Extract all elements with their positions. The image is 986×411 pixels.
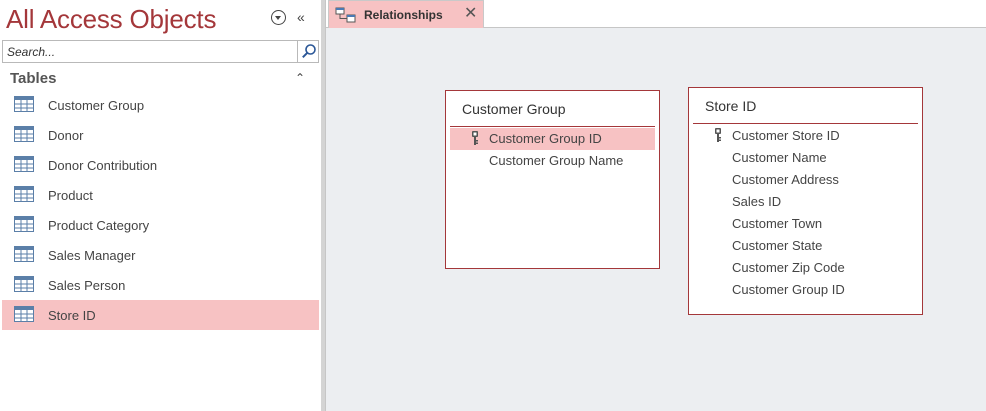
table-item-label: Product xyxy=(48,188,93,203)
close-tab-icon[interactable]: ✕ xyxy=(464,5,477,23)
field-list-title[interactable]: Customer Group xyxy=(462,101,565,117)
table-item-label: Donor Contribution xyxy=(48,158,158,173)
field-row[interactable]: Customer Store ID xyxy=(693,125,918,147)
relationships-icon xyxy=(335,7,357,26)
field-label: Customer State xyxy=(732,238,823,253)
field-row[interactable]: Customer Group ID xyxy=(693,279,918,301)
nav-menu-chevron-icon[interactable] xyxy=(271,10,286,25)
field-row[interactable]: Customer Group ID xyxy=(450,128,655,150)
primary-key-icon xyxy=(713,127,723,146)
table-item-label: Customer Group xyxy=(48,98,145,113)
primary-key-icon xyxy=(470,130,480,149)
table-item[interactable]: Store ID xyxy=(2,300,319,330)
field-list-store-id[interactable]: Store ID Customer Store ID Customer Name C… xyxy=(688,87,923,315)
navigation-pane: All Access Objects « Tables ⌃ Customer G… xyxy=(0,0,321,411)
table-item[interactable]: Sales Person xyxy=(2,270,319,300)
table-item[interactable]: Donor Contribution xyxy=(2,150,319,180)
search-icon[interactable] xyxy=(297,41,319,62)
field-list-divider xyxy=(450,126,655,127)
field-label: Customer Address xyxy=(732,172,839,187)
field-row[interactable]: Customer Zip Code xyxy=(693,257,918,279)
table-icon xyxy=(14,306,34,322)
search-box xyxy=(2,40,319,63)
table-icon xyxy=(14,276,34,292)
field-list-fields: Customer Store ID Customer Name Customer A… xyxy=(693,125,918,301)
field-label: Customer Store ID xyxy=(732,128,840,143)
field-label: Sales ID xyxy=(732,194,782,209)
field-label: Customer Name xyxy=(732,150,827,165)
relationships-canvas[interactable]: Customer Group Customer Group ID Customer… xyxy=(326,29,986,411)
table-item-label: Sales Person xyxy=(48,278,126,293)
table-icon xyxy=(14,156,34,172)
document-tab-strip: Relationships ✕ xyxy=(326,0,986,28)
table-item-label: Sales Manager xyxy=(48,248,136,263)
field-list-divider xyxy=(693,123,918,124)
table-icon xyxy=(14,126,34,142)
field-label: Customer Group ID xyxy=(732,282,845,297)
table-item[interactable]: Product xyxy=(2,180,319,210)
nav-pane-title[interactable]: All Access Objects xyxy=(6,4,216,35)
table-list: Customer Group Donor Donor Contribution Pro… xyxy=(2,90,319,330)
table-icon xyxy=(14,216,34,232)
field-row[interactable]: Customer Group Name xyxy=(450,150,655,172)
field-label: Customer Group Name xyxy=(489,153,624,168)
field-list-customer-group[interactable]: Customer Group Customer Group ID Customer… xyxy=(445,90,660,269)
table-item[interactable]: Customer Group xyxy=(2,90,319,120)
tables-group-header[interactable]: Tables xyxy=(10,70,56,87)
field-list-fields: Customer Group ID Customer Group Name xyxy=(450,128,655,172)
table-item[interactable]: Product Category xyxy=(2,210,319,240)
shutter-bar-collapse-icon[interactable]: « xyxy=(297,8,305,26)
table-icon xyxy=(14,96,34,112)
field-row[interactable]: Customer Address xyxy=(693,169,918,191)
table-icon xyxy=(14,186,34,202)
table-icon xyxy=(14,246,34,262)
tab-relationships[interactable]: Relationships ✕ xyxy=(328,0,484,28)
search-input[interactable] xyxy=(3,41,297,62)
field-row[interactable]: Sales ID xyxy=(693,191,918,213)
table-item-label: Store ID xyxy=(48,308,96,323)
table-item[interactable]: Donor xyxy=(2,120,319,150)
field-label: Customer Group ID xyxy=(489,131,602,146)
field-row[interactable]: Customer Town xyxy=(693,213,918,235)
group-collapse-icon[interactable]: ⌃ xyxy=(295,71,305,85)
table-item-label: Product Category xyxy=(48,218,150,233)
field-row[interactable]: Customer Name xyxy=(693,147,918,169)
tab-label: Relationships xyxy=(364,8,443,22)
field-list-title[interactable]: Store ID xyxy=(705,98,756,114)
field-label: Customer Zip Code xyxy=(732,260,845,275)
table-item[interactable]: Sales Manager xyxy=(2,240,319,270)
field-label: Customer Town xyxy=(732,216,823,231)
document-area: Relationships ✕ Customer Group Customer … xyxy=(326,0,986,411)
field-row[interactable]: Customer State xyxy=(693,235,918,257)
table-item-label: Donor xyxy=(48,128,84,143)
